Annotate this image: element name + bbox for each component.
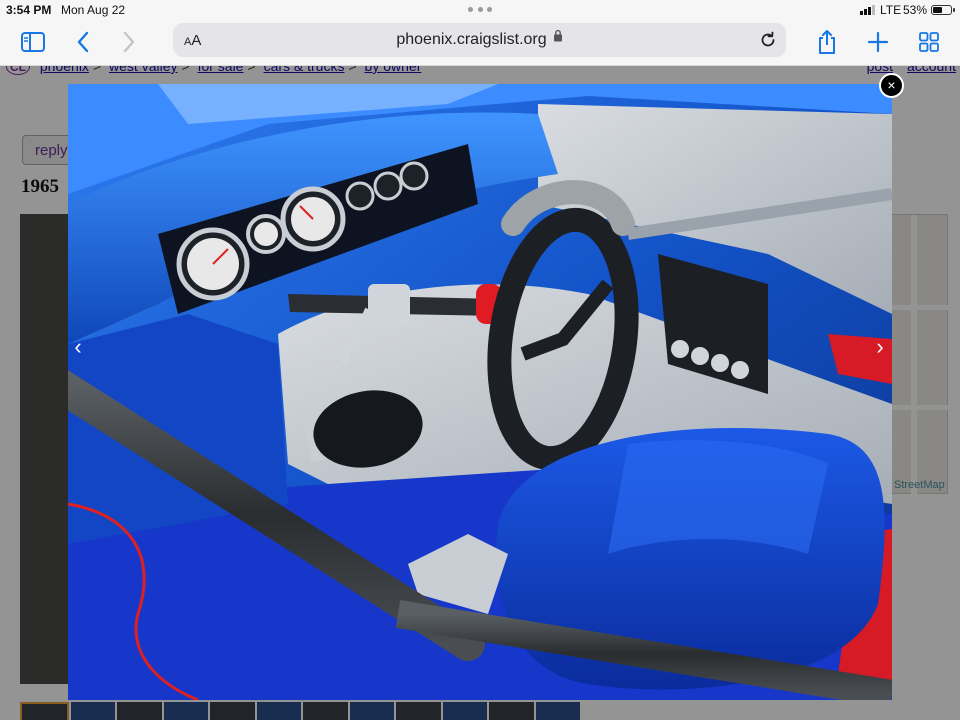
back-icon[interactable]: [67, 26, 99, 58]
close-lightbox-button[interactable]: ×: [879, 73, 904, 98]
lock-icon: [553, 29, 563, 47]
tabs-icon[interactable]: [913, 26, 945, 58]
carrier-label: LTE: [880, 3, 902, 17]
status-date: Mon Aug 22: [61, 3, 126, 17]
battery-percent: 53%: [903, 3, 928, 17]
share-icon[interactable]: [811, 26, 843, 58]
address-bar[interactable]: AA phoenix.craigslist.org: [173, 23, 786, 57]
browser-toolbar: AA phoenix.craigslist.org: [0, 20, 960, 66]
new-tab-icon[interactable]: [862, 26, 894, 58]
status-time: 3:54 PM: [6, 3, 52, 17]
signal-icon: [860, 5, 875, 15]
lightbox-photo: [68, 84, 892, 700]
multitasking-dots-icon[interactable]: [468, 7, 492, 13]
sidebar-icon[interactable]: [17, 26, 49, 58]
status-bar: 3:54 PM Mon Aug 22 LTE 53%: [0, 0, 960, 20]
car-interior-photo: [68, 84, 892, 700]
previous-image-button[interactable]: ‹: [68, 336, 88, 360]
reload-icon[interactable]: [758, 30, 778, 50]
url-text: phoenix.craigslist.org: [396, 31, 547, 48]
next-image-button[interactable]: ›: [870, 336, 890, 360]
forward-icon[interactable]: [113, 26, 145, 58]
battery-icon: [931, 5, 955, 15]
